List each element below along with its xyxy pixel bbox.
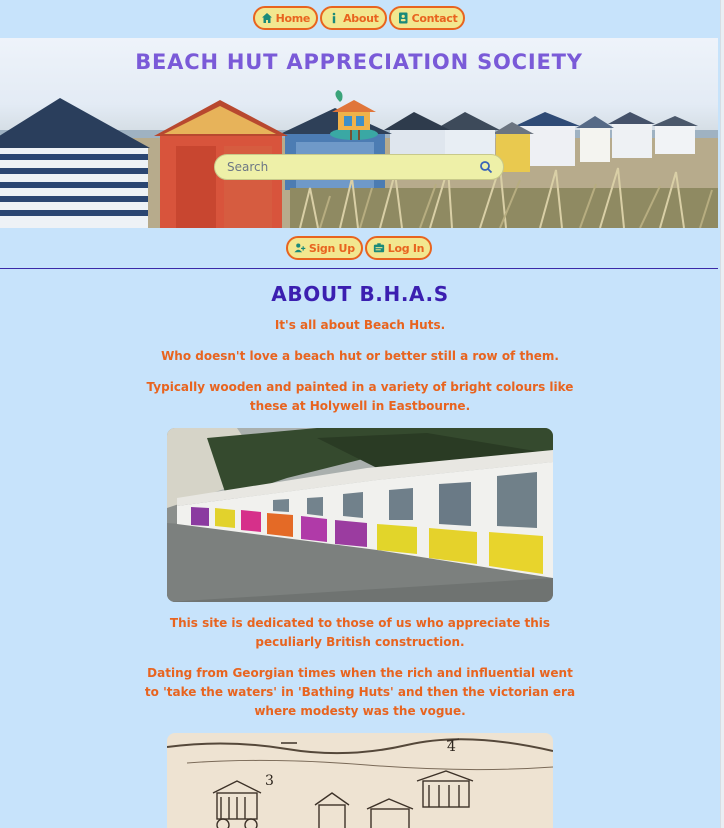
info-icon bbox=[328, 12, 340, 24]
log-in-button[interactable]: Log In bbox=[364, 236, 433, 260]
holywell-beach-huts-photo bbox=[167, 428, 553, 602]
about-paragraph-5: Dating from Georgian times when the rich… bbox=[144, 666, 576, 718]
nav-contact-label: Contact bbox=[411, 11, 458, 25]
scrollbar-thumb[interactable] bbox=[720, 0, 724, 828]
hero-banner: BEACH HUT APPRECIATION SOCIETY bbox=[0, 38, 718, 228]
sign-up-button[interactable]: Sign Up bbox=[285, 236, 363, 260]
divider bbox=[0, 268, 718, 269]
about-heading: ABOUT B.H.A.S bbox=[271, 282, 449, 306]
nav-home-button[interactable]: Home bbox=[252, 6, 319, 30]
auth-buttons: Sign Up Log In bbox=[0, 236, 718, 260]
nav-contact-button[interactable]: Contact bbox=[388, 6, 466, 30]
home-icon bbox=[261, 12, 273, 24]
about-paragraph-3: Typically wooden and painted in a variet… bbox=[146, 380, 574, 413]
svg-text:4: 4 bbox=[447, 739, 456, 755]
about-paragraph-4: This site is dedicated to those of us wh… bbox=[169, 616, 551, 649]
search-input[interactable] bbox=[227, 160, 479, 174]
svg-text:3: 3 bbox=[265, 773, 274, 789]
top-nav: Home About Contact bbox=[0, 6, 718, 30]
about-paragraph-1: It's all about Beach Huts. bbox=[274, 318, 446, 332]
contact-icon bbox=[397, 12, 409, 24]
site-title: BEACH HUT APPRECIATION SOCIETY bbox=[135, 50, 583, 74]
search-bar bbox=[214, 154, 504, 180]
user-plus-icon bbox=[294, 242, 306, 254]
nav-about-button[interactable]: About bbox=[320, 6, 387, 30]
scrollbar[interactable] bbox=[718, 0, 724, 828]
login-icon bbox=[373, 242, 385, 254]
about-paragraph-2: Who doesn't love a beach hut or better s… bbox=[161, 349, 559, 363]
about-section: ABOUT B.H.A.S It's all about Beach Huts.… bbox=[140, 282, 580, 828]
log-in-label: Log In bbox=[387, 241, 425, 255]
nav-home-label: Home bbox=[275, 11, 311, 25]
sign-up-label: Sign Up bbox=[308, 241, 355, 255]
nav-about-label: About bbox=[343, 11, 379, 25]
search-icon[interactable] bbox=[479, 160, 493, 174]
historic-bathing-huts-engraving: 3 4 bbox=[166, 733, 554, 828]
